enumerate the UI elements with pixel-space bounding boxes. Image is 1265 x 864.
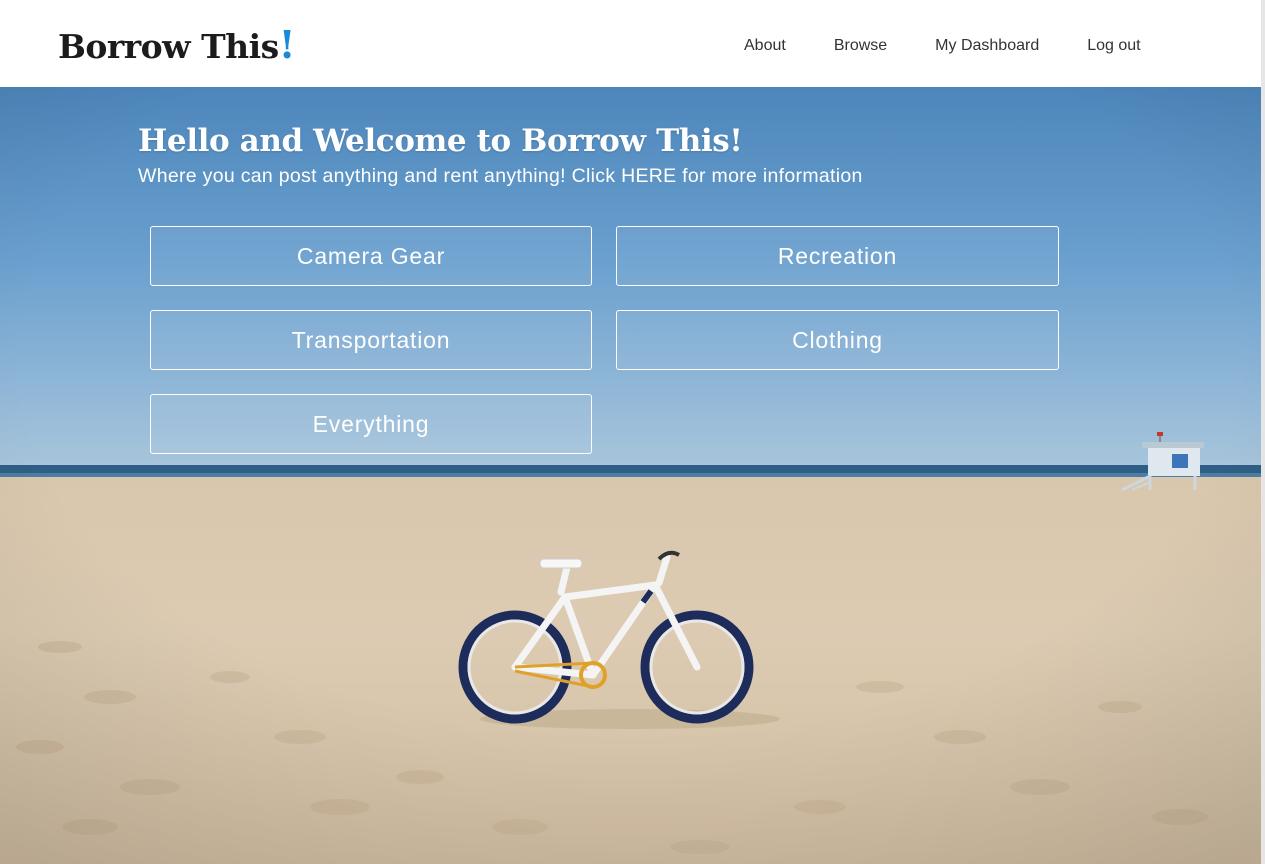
brand-name: Borrow This — [58, 27, 279, 66]
welcome-subtitle[interactable]: Where you can post anything and rent any… — [138, 165, 863, 188]
category-recreation-button[interactable]: Recreation — [616, 226, 1059, 286]
brand-logo[interactable]: Borrow This! — [58, 22, 295, 70]
brand-exclamation: ! — [278, 22, 296, 67]
category-transportation-button[interactable]: Transportation — [150, 310, 592, 370]
hero-section: Hello and Welcome to Borrow This! Where … — [0, 87, 1261, 864]
nav-logout-link[interactable]: Log out — [1063, 36, 1164, 56]
hero-background-image — [0, 87, 1261, 864]
nav-dashboard-link[interactable]: My Dashboard — [911, 36, 1063, 56]
category-clothing-button[interactable]: Clothing — [616, 310, 1059, 370]
main-nav: About Browse My Dashboard Log out — [720, 36, 1165, 56]
nav-browse-link[interactable]: Browse — [810, 36, 911, 56]
category-camera-gear-button[interactable]: Camera Gear — [150, 226, 592, 286]
page-scrollbar[interactable] — [1261, 0, 1265, 864]
welcome-heading: Hello and Welcome to Borrow This! — [138, 123, 743, 159]
top-navbar: Borrow This! About Browse My Dashboard L… — [0, 0, 1261, 87]
nav-about-link[interactable]: About — [720, 36, 810, 56]
category-everything-button[interactable]: Everything — [150, 394, 592, 454]
